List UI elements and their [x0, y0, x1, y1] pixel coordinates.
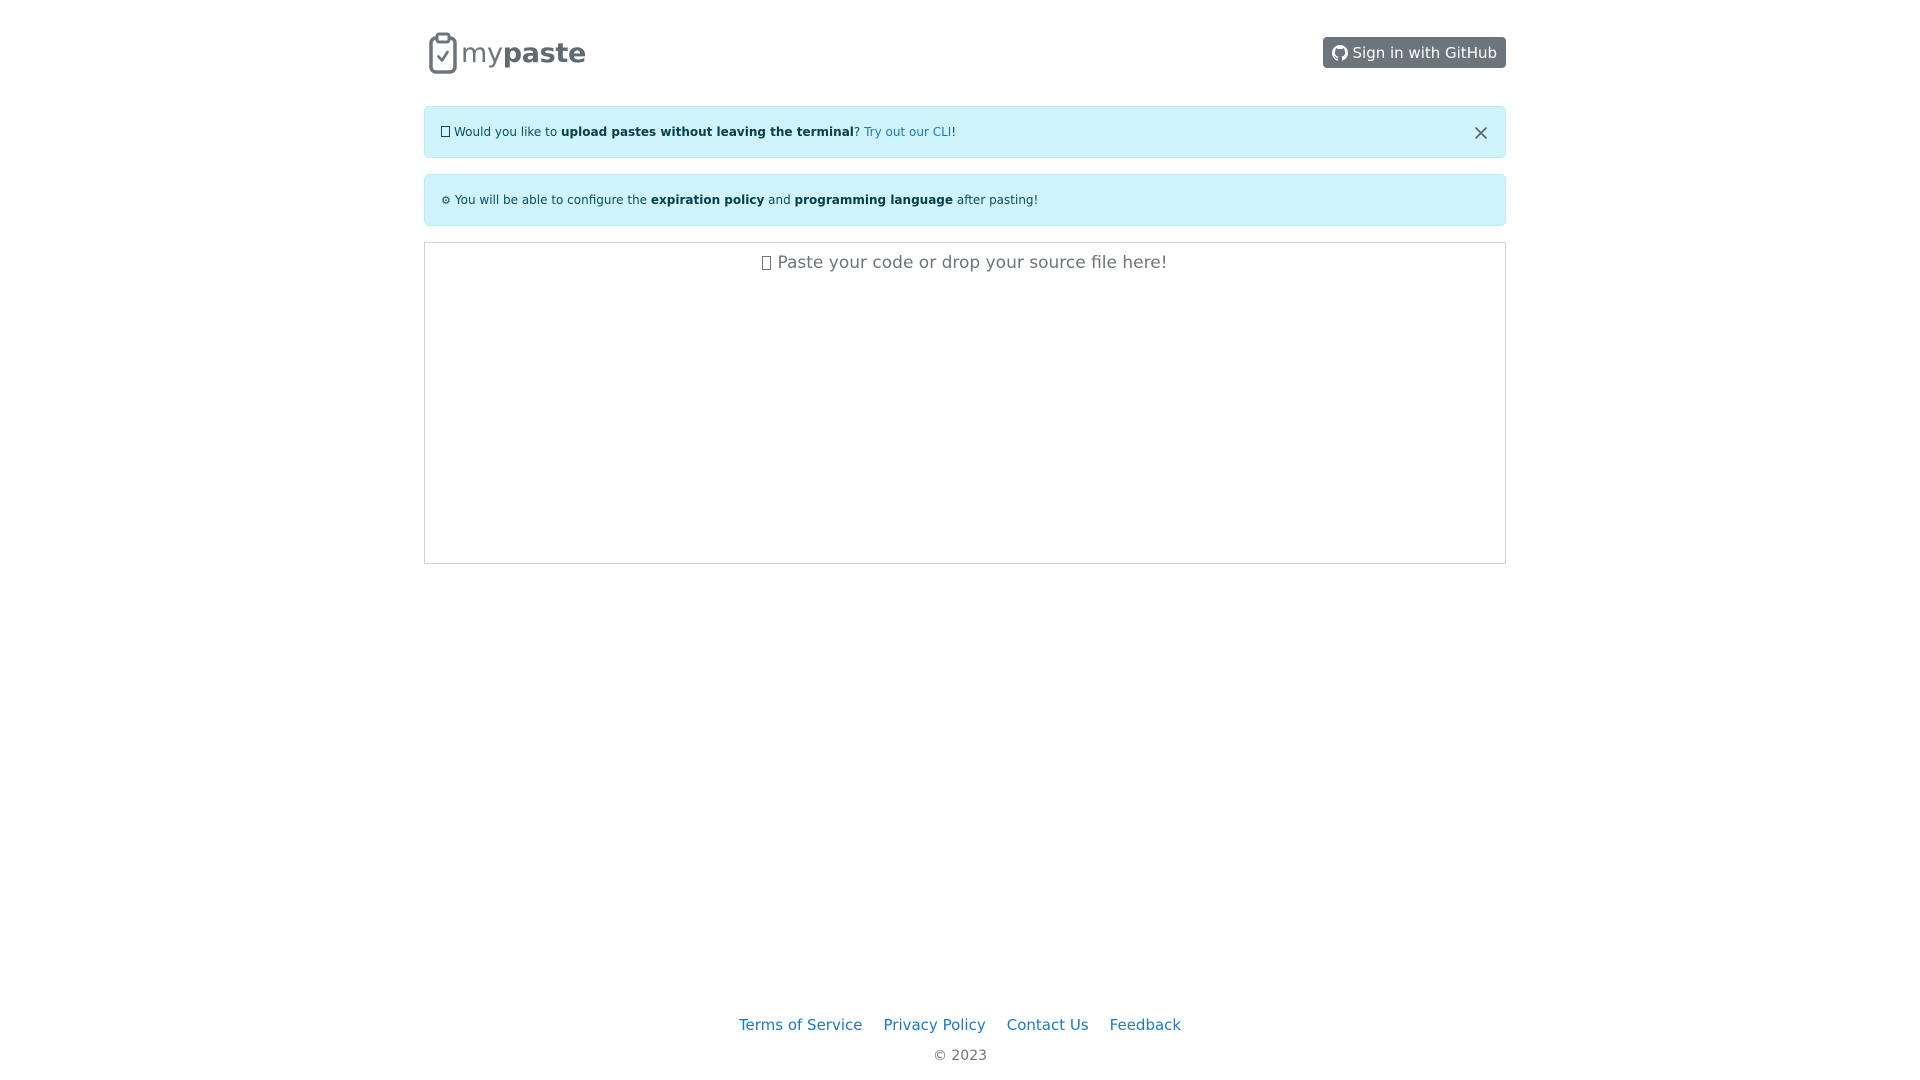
alert-text: Would you like to upload pastes without … — [441, 125, 956, 139]
cli-alert-suffix: ! — [951, 125, 957, 139]
privacy-policy-link[interactable]: Privacy Policy — [884, 1016, 986, 1034]
config-alert-prefix: You will be able to configure the — [454, 193, 651, 207]
config-alert-middle: and — [764, 193, 795, 207]
close-alert-button[interactable] — [1471, 123, 1491, 143]
main-container: mypaste Sign in with GitHub Would you li… — [424, 0, 1506, 564]
config-alert-bold-expiration: expiration policy — [650, 193, 765, 207]
footer: Terms of Service Privacy Policy Contact … — [0, 1016, 1920, 1064]
terms-of-service-link[interactable]: Terms of Service — [739, 1016, 863, 1034]
editor-placeholder-text: Paste your code or drop your source file… — [777, 253, 1168, 273]
page: mypaste Sign in with GitHub Would you li… — [0, 0, 1920, 1080]
logo-text: mypaste — [461, 40, 586, 67]
header: mypaste Sign in with GitHub — [424, 0, 1506, 100]
paste-editor[interactable]: Paste your code or drop your source file… — [424, 242, 1506, 564]
alert-text: ⚙ You will be able to configure the expir… — [441, 193, 1038, 207]
close-icon — [1475, 127, 1487, 139]
logo-link[interactable]: mypaste — [428, 32, 586, 74]
github-signin-label: Sign in with GitHub — [1352, 43, 1498, 62]
config-alert-suffix: after pasting! — [953, 193, 1039, 207]
copyright: © 2023 — [932, 1048, 988, 1064]
github-icon — [1331, 44, 1348, 61]
terminal-emoji-icon — [441, 126, 450, 137]
cli-alert-bold: upload pastes without leaving the termin… — [561, 125, 854, 139]
config-alert: ⚙ You will be able to configure the expir… — [424, 174, 1506, 226]
cli-alert-middle: ? — [853, 125, 865, 139]
contact-us-link[interactable]: Contact Us — [1007, 1016, 1089, 1034]
github-signin-button[interactable]: Sign in with GitHub — [1322, 37, 1506, 68]
cli-alert-prefix: Would you like to — [454, 125, 561, 139]
logo-text-light: my — [461, 37, 503, 69]
feedback-link[interactable]: Feedback — [1110, 1016, 1181, 1034]
logo-text-bold: paste — [502, 37, 587, 69]
footer-links: Terms of Service Privacy Policy Contact … — [0, 1016, 1920, 1034]
cli-alert: Would you like to upload pastes without … — [424, 106, 1506, 158]
clipboard-check-icon — [429, 32, 457, 74]
editor-placeholder: Paste your code or drop your source file… — [425, 253, 1505, 273]
cli-link[interactable]: Try out our CLI — [864, 125, 951, 139]
gear-icon: ⚙ — [441, 194, 451, 207]
clipboard-emoji-icon — [762, 256, 772, 270]
config-alert-bold-language: programming language — [794, 193, 954, 207]
